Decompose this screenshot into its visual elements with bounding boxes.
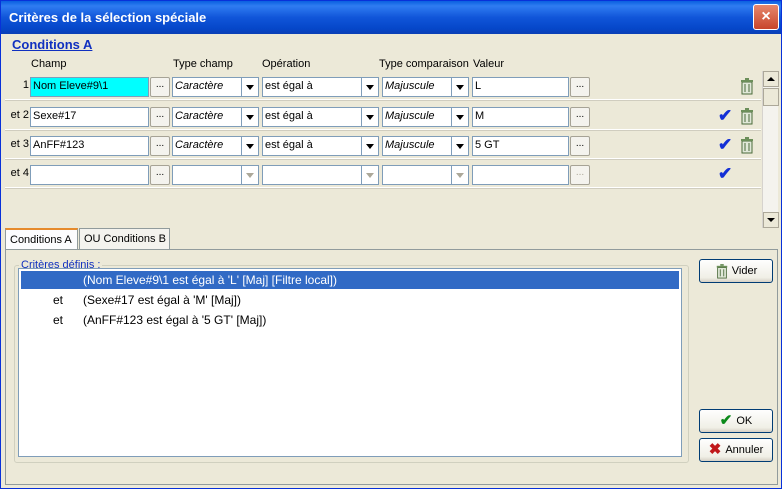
type-comparaison-select[interactable]: Majuscule — [382, 77, 469, 97]
condition-row: et 3 AnFF#123 ... Caractère est égal à M… — [5, 130, 761, 159]
chevron-down-icon[interactable] — [361, 78, 378, 96]
operation-value: est égal à — [265, 110, 313, 122]
trash-icon — [716, 263, 727, 279]
trash-icon[interactable] — [739, 108, 755, 125]
chevron-down-icon[interactable] — [241, 108, 258, 126]
type-comparaison-select[interactable]: Majuscule — [382, 136, 469, 156]
scroll-up-button[interactable] — [763, 71, 779, 87]
type-champ-value: Caractère — [175, 110, 224, 122]
type-champ-select[interactable]: Caractère — [172, 107, 259, 127]
condition-row: et 2 Sexe#17 ... Caractère est égal à Ma… — [5, 101, 761, 130]
list-item[interactable]: et (Sexe#17 est égal à 'M' [Maj]) — [21, 291, 679, 309]
row-number: 1 — [22, 79, 29, 91]
chevron-down-icon[interactable] — [241, 78, 258, 96]
champ-input[interactable]: Sexe#17 — [30, 107, 149, 127]
header-type-comparaison: Type comparaison — [379, 58, 469, 70]
list-item[interactable]: et (AnFF#123 est égal à '5 GT' [Maj]) — [21, 311, 679, 329]
dialog-window: Critères de la sélection spéciale × Cond… — [0, 0, 782, 489]
chevron-down-icon[interactable] — [361, 137, 378, 155]
chevron-down-icon[interactable] — [361, 108, 378, 126]
list-item[interactable]: (Nom Eleve#9\1 est égal à 'L' [Maj] [Fil… — [21, 271, 679, 289]
type-comparaison-value: Majuscule — [385, 139, 435, 151]
close-button[interactable]: × — [753, 4, 779, 30]
title-bar[interactable]: Critères de la sélection spéciale × — [1, 1, 781, 34]
row-number: et 3 — [10, 138, 29, 150]
chevron-down-icon[interactable] — [451, 108, 468, 126]
type-champ-select[interactable] — [172, 165, 259, 185]
operation-value: est égal à — [265, 80, 313, 92]
tab-conditions-a[interactable]: Conditions A — [5, 228, 78, 250]
vider-label: Vider — [731, 265, 758, 277]
close-icon: ✖ — [708, 441, 722, 459]
champ-browse-button[interactable]: ... — [150, 107, 170, 127]
valeur-browse-button[interactable]: ... — [570, 77, 590, 97]
valeur-browse-button[interactable]: ... — [570, 165, 590, 185]
vider-button[interactable]: Vider — [699, 259, 773, 283]
annuler-button[interactable]: ✖ Annuler — [699, 438, 773, 462]
chevron-down-icon[interactable] — [241, 166, 258, 184]
annuler-label: Annuler — [725, 444, 764, 456]
chevron-down-icon[interactable] — [451, 78, 468, 96]
type-comparaison-value: Majuscule — [385, 110, 435, 122]
operation-value: est égal à — [265, 139, 313, 151]
chevron-down-icon[interactable] — [361, 166, 378, 184]
checkmark-icon: ✔ — [718, 135, 733, 154]
type-champ-select[interactable]: Caractère — [172, 136, 259, 156]
chevron-down-icon[interactable] — [451, 166, 468, 184]
scroll-down-button[interactable] — [763, 212, 779, 228]
list-item-text: (Sexe#17 est égal à 'M' [Maj]) — [83, 293, 241, 307]
checkmark-icon: ✔ — [718, 164, 733, 183]
valeur-browse-button[interactable]: ... — [570, 136, 590, 156]
operation-select[interactable] — [262, 165, 379, 185]
champ-browse-button[interactable]: ... — [150, 136, 170, 156]
trash-icon[interactable] — [739, 78, 755, 95]
condition-row: et 4 ... ... ✔ — [5, 159, 761, 188]
header-type-champ: Type champ — [173, 58, 233, 70]
valeur-browse-button[interactable]: ... — [570, 107, 590, 127]
champ-input[interactable] — [30, 165, 149, 185]
header-champ: Champ — [31, 58, 67, 70]
checkmark-icon: ✔ — [719, 412, 733, 430]
condition-row: 1 Nom Eleve#9\1 ... Caractère est égal à… — [5, 71, 761, 100]
close-icon: × — [761, 8, 771, 25]
checkmark-icon: ✔ — [718, 106, 733, 125]
chevron-down-icon[interactable] — [241, 137, 258, 155]
type-champ-select[interactable]: Caractère — [172, 77, 259, 97]
type-champ-value: Caractère — [175, 80, 224, 92]
row-number: et 2 — [10, 109, 29, 121]
scroll-thumb[interactable] — [763, 88, 779, 106]
tab-ou-conditions-b[interactable]: OU Conditions B — [79, 228, 170, 249]
operation-select[interactable]: est égal à — [262, 107, 379, 127]
chevron-down-icon[interactable] — [451, 137, 468, 155]
list-item-prefix: et — [53, 313, 64, 327]
vertical-scrollbar[interactable] — [762, 71, 779, 228]
valeur-input[interactable]: 5 GT — [472, 136, 569, 156]
ok-label: OK — [736, 415, 753, 427]
list-item-prefix: et — [53, 293, 64, 307]
conditions-grid: 1 Nom Eleve#9\1 ... Caractère est égal à… — [5, 71, 778, 228]
champ-browse-button[interactable]: ... — [150, 77, 170, 97]
operation-select[interactable]: est égal à — [262, 136, 379, 156]
valeur-input[interactable] — [472, 165, 569, 185]
header-valeur: Valeur — [473, 58, 504, 70]
valeur-input[interactable]: L — [472, 77, 569, 97]
section-title: Conditions A — [12, 37, 93, 52]
champ-input[interactable]: AnFF#123 — [30, 136, 149, 156]
list-item-text: (Nom Eleve#9\1 est égal à 'L' [Maj] [Fil… — [83, 273, 338, 287]
header-operation: Opération — [262, 58, 311, 70]
operation-select[interactable]: est égal à — [262, 77, 379, 97]
valeur-input[interactable]: M — [472, 107, 569, 127]
type-comparaison-value: Majuscule — [385, 80, 435, 92]
type-comparaison-select[interactable]: Majuscule — [382, 107, 469, 127]
row-number: et 4 — [10, 167, 29, 179]
trash-icon[interactable] — [739, 137, 755, 154]
champ-browse-button[interactable]: ... — [150, 165, 170, 185]
criteres-list[interactable]: (Nom Eleve#9\1 est égal à 'L' [Maj] [Fil… — [18, 268, 682, 457]
champ-input[interactable]: Nom Eleve#9\1 — [30, 77, 149, 97]
type-comparaison-select[interactable] — [382, 165, 469, 185]
type-champ-value: Caractère — [175, 139, 224, 151]
list-item-text: (AnFF#123 est égal à '5 GT' [Maj]) — [83, 313, 267, 327]
ok-button[interactable]: ✔ OK — [699, 409, 773, 433]
window-title: Critères de la sélection spéciale — [9, 10, 207, 25]
